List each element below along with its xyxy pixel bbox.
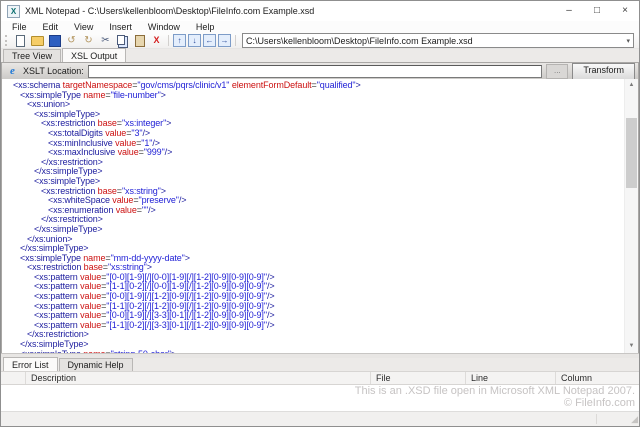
- error-list-body: This is an .XSD file open in Microsoft X…: [1, 385, 639, 411]
- xml-code-line: </xs:union>: [2, 235, 624, 245]
- menu-item-help[interactable]: Help: [188, 22, 223, 32]
- xsl-output-panel: <xs:schema targetNamespace="gov/cms/pqrs…: [1, 79, 639, 353]
- statusbar-separator: [596, 414, 597, 424]
- menu-item-window[interactable]: Window: [140, 22, 188, 32]
- new-file-icon[interactable]: [13, 34, 28, 47]
- cut-icon[interactable]: ✂: [98, 34, 113, 47]
- menu-item-view[interactable]: View: [66, 22, 101, 32]
- xslt-location-input[interactable]: [88, 65, 543, 78]
- maximize-button[interactable]: □: [583, 1, 611, 21]
- undo-icon[interactable]: ↺: [64, 34, 79, 47]
- error-panel-tabstrip: Error ListDynamic Help: [1, 358, 639, 371]
- save-icon[interactable]: [47, 34, 62, 47]
- scroll-down-icon[interactable]: ▼: [625, 340, 638, 353]
- nudge-left-icon[interactable]: ←: [203, 34, 216, 47]
- watermark-credit: © FileInfo.com: [1, 397, 635, 409]
- window-title: XML Notepad - C:\Users\kellenbloom\Deskt…: [25, 6, 314, 16]
- nudge-down-icon[interactable]: ↓: [188, 34, 201, 47]
- tab-xsl-output[interactable]: XSL Output: [62, 48, 126, 62]
- column-header-description[interactable]: Description: [26, 372, 371, 384]
- xml-notepad-window: X XML Notepad - C:\Users\kellenbloom\Des…: [0, 0, 640, 427]
- resize-grip[interactable]: ◢: [631, 412, 639, 426]
- column-header-column[interactable]: Column: [556, 372, 639, 384]
- error-icon-column-header: [1, 372, 26, 384]
- xml-code-line: <xs:pattern value="[1-1][0-2][/][3-3][0-…: [2, 321, 624, 331]
- scrollbar-thumb[interactable]: [626, 118, 637, 188]
- status-bar: ◢: [1, 411, 639, 426]
- xml-code-line: </xs:simpleType>: [2, 225, 624, 235]
- chevron-down-icon[interactable]: ▾: [626, 37, 633, 45]
- toolbar-separator: [168, 35, 169, 46]
- copy-icon[interactable]: [115, 34, 130, 47]
- open-file-icon[interactable]: [30, 34, 45, 47]
- toolbar-buttons: ↺↻✂ X ↑↓←→: [12, 34, 239, 47]
- xslt-location-label: XSLT Location:: [23, 66, 84, 76]
- title-bar: X XML Notepad - C:\Users\kellenbloom\Des…: [1, 1, 639, 21]
- toolbar-separator: [235, 35, 236, 46]
- menu-item-edit[interactable]: Edit: [35, 22, 67, 32]
- xslt-location-bar: e XSLT Location: ... Transform: [1, 62, 639, 79]
- tab-dynamic-help[interactable]: Dynamic Help: [59, 358, 133, 371]
- scrollbar-track[interactable]: [625, 92, 638, 340]
- window-controls: –□×: [555, 1, 639, 21]
- menu-bar: FileEditViewInsertWindowHelp: [1, 21, 639, 33]
- file-path-combobox[interactable]: C:\Users\kellenbloom\Desktop\FileInfo.co…: [242, 33, 634, 48]
- delete-icon[interactable]: X: [149, 34, 164, 47]
- browse-button[interactable]: ...: [546, 64, 568, 79]
- menu-item-insert[interactable]: Insert: [101, 22, 140, 32]
- tab-tree-view[interactable]: Tree View: [3, 49, 61, 62]
- xsl-output-code[interactable]: <xs:schema targetNamespace="gov/cms/pqrs…: [2, 79, 624, 353]
- menu-item-file[interactable]: File: [4, 22, 35, 32]
- watermark-text: This is an .XSD file open in Microsoft X…: [1, 385, 635, 397]
- toolbar: ↺↻✂ X ↑↓←→ C:\Users\kellenbloom\Desktop\Fi…: [1, 33, 639, 49]
- column-header-line[interactable]: Line: [466, 372, 556, 384]
- scroll-up-icon[interactable]: ▲: [625, 79, 638, 92]
- internet-explorer-icon: e: [6, 65, 19, 78]
- minimize-button[interactable]: –: [555, 1, 583, 21]
- redo-icon[interactable]: ↻: [81, 34, 96, 47]
- column-header-file[interactable]: File: [371, 372, 466, 384]
- app-icon: X: [7, 5, 20, 18]
- xml-code-line: </xs:restriction>: [2, 330, 624, 340]
- toolbar-grip-handle[interactable]: [5, 35, 10, 46]
- tab-error-list[interactable]: Error List: [3, 357, 58, 371]
- view-tabstrip: Tree ViewXSL Output: [1, 49, 639, 62]
- paste-icon[interactable]: [132, 34, 147, 47]
- transform-button[interactable]: Transform: [572, 63, 635, 80]
- xml-code-line: <xs:simpleType name="file-number">: [2, 91, 624, 101]
- nudge-up-icon[interactable]: ↑: [173, 34, 186, 47]
- error-list-header: DescriptionFileLineColumn: [1, 371, 639, 385]
- vertical-scrollbar[interactable]: ▲ ▼: [624, 79, 638, 353]
- nudge-right-icon[interactable]: →: [218, 34, 231, 47]
- close-button[interactable]: ×: [611, 1, 639, 21]
- file-path-value: C:\Users\kellenbloom\Desktop\FileInfo.co…: [246, 36, 473, 46]
